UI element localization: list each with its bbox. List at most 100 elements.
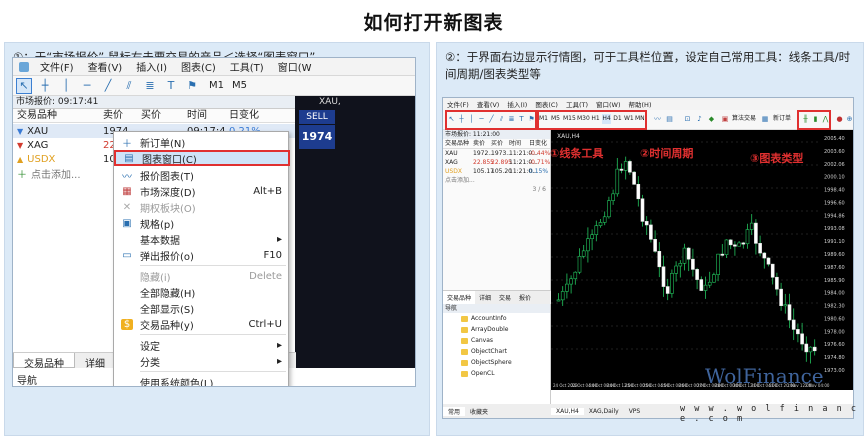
menu-item-system-colors[interactable]: 使用系统颜色(L) (114, 374, 290, 387)
price-tick-label: 1980.60 (824, 316, 845, 322)
tab-ticks[interactable]: 报价 (515, 291, 535, 304)
tree-item[interactable]: ArrayDouble (443, 324, 550, 335)
zoom-icon[interactable]: ⊕ (845, 114, 853, 124)
tree-item[interactable]: OpenCL (443, 368, 550, 379)
menu-view[interactable]: 查看(V) (81, 59, 130, 74)
sell-price[interactable]: 1974 (299, 125, 335, 149)
tab-common[interactable]: 常用 (443, 406, 466, 416)
col-change[interactable]: 日变化 (229, 109, 289, 122)
watermark-logo: WolFinance (705, 364, 824, 388)
shapes-icon[interactable]: ⚑ (184, 78, 200, 94)
lock-icon[interactable]: ⊡ (683, 114, 692, 124)
fibonacci-icon[interactable]: ≣ (142, 78, 158, 94)
menu-view[interactable]: 查看(V) (473, 99, 504, 109)
record-icon[interactable]: ● (835, 114, 844, 124)
menu-item-fundamentals[interactable]: 基本数据 ▸ (114, 231, 290, 247)
tree-item[interactable]: AccountInfo (443, 313, 550, 324)
menu-item-show-all[interactable]: 全部显示(S) (114, 300, 290, 316)
table-row[interactable]: XAG 22.855 22.895 11:21:0... -0.71% (443, 158, 550, 167)
algo-trading-button[interactable]: 算法交易 (730, 114, 758, 124)
menu-item-categories[interactable]: 分类 ▸ (114, 353, 290, 369)
tab-chart-xau[interactable]: XAU,H4 (551, 407, 584, 415)
tree-item-label: OpenCL (471, 370, 495, 377)
timeframe-m5[interactable]: M5 (228, 80, 251, 91)
text-icon[interactable]: T (163, 78, 179, 94)
tab-vps[interactable]: VPS (624, 408, 646, 415)
crosshair-icon[interactable]: ┼ (37, 78, 53, 94)
col-symbol[interactable]: 交易品种 (13, 109, 103, 122)
market-watch-tabs: 交易品种 详细 交易 报价 (443, 290, 551, 304)
price-tick-label: 1984.00 (824, 291, 845, 297)
col-time[interactable]: 时间 (509, 139, 529, 148)
tab-symbols[interactable]: 交易品种 (13, 353, 75, 370)
col-symbol[interactable]: 交易品种 (443, 139, 473, 148)
tab-symbols[interactable]: 交易品种 (443, 291, 476, 304)
menu-insert[interactable]: 插入(I) (129, 59, 174, 74)
menu-window[interactable]: 窗口(W (271, 59, 319, 74)
col-change[interactable]: 日变化 (529, 139, 549, 148)
algo-trading-icon[interactable]: ▣ (721, 114, 729, 124)
tree-item-label: AccountInfo (471, 315, 507, 322)
tab-details[interactable]: 详细 (75, 353, 115, 370)
menu-item-specification[interactable]: ▣ 规格(p) (114, 215, 290, 231)
indicator-icon[interactable]: 〰 (653, 114, 662, 124)
menu-bar: 文件(F) 查看(V) 插入(I) 图表(C) 工具(T) 窗口(W) 帮助(H… (443, 98, 853, 110)
menu-item-hide-all[interactable]: 全部隐藏(H) (114, 284, 290, 300)
row-symbol: XAG (445, 159, 458, 166)
menu-item-tick-chart[interactable]: 〰报价图表(T) (114, 167, 290, 183)
add-symbol-row[interactable]: 点击添加... (443, 176, 550, 185)
menu-tools[interactable]: 工具(T) (562, 99, 592, 109)
timeframe-m1[interactable]: M1 (205, 80, 228, 91)
candle-body (674, 265, 678, 274)
menu-tools[interactable]: 工具(T) (223, 59, 271, 74)
menu-item-hide[interactable]: 隐藏(i) Delete (114, 268, 290, 284)
menu-item-popup-prices[interactable]: ▭ 弹出报价(o) F10 (114, 247, 290, 263)
row-bid: 105.17 (473, 168, 494, 175)
menu-file[interactable]: 文件(F) (443, 99, 473, 109)
menu-item-symbols[interactable]: $ 交易品种(y) Ctrl+U (114, 316, 290, 332)
trendline-icon[interactable]: ╱ (100, 78, 116, 94)
menu-chart[interactable]: 图表(C) (531, 99, 562, 109)
menu-file[interactable]: 文件(F) (33, 59, 81, 74)
menu-item-label: 弹出报价(o) (140, 251, 194, 263)
sell-button[interactable]: SELL (299, 110, 335, 124)
tab-trading[interactable]: 交易 (495, 291, 515, 304)
tree-item[interactable]: Canvas (443, 335, 550, 346)
col-ask[interactable]: 买价 (491, 139, 509, 148)
cursor-icon[interactable]: ↖ (16, 77, 32, 94)
new-order-icon[interactable]: ▦ (761, 114, 769, 124)
tab-details[interactable]: 详细 (475, 291, 495, 304)
vertical-line-icon[interactable]: │ (58, 78, 74, 94)
app-icon (19, 61, 29, 72)
row-time: 11:21:0... (509, 150, 538, 157)
shield-icon[interactable]: ◆ (707, 114, 716, 124)
col-ask[interactable]: 买价 (141, 109, 187, 122)
menu-item-market-depth[interactable]: ▦ 市场深度(D) Alt+B (114, 183, 290, 199)
menu-item-settings[interactable]: 设定 ▸ (114, 337, 290, 353)
menu-item-new-order[interactable]: ＋ 新订单(N) (114, 134, 290, 150)
menu-insert[interactable]: 插入(I) (503, 99, 531, 109)
channel-icon[interactable]: ⫽ (121, 78, 137, 94)
tab-favorites[interactable]: 收藏夹 (465, 407, 493, 416)
menu-chart[interactable]: 图表(C) (174, 59, 223, 74)
menu-help[interactable]: 帮助(H) (625, 99, 656, 109)
col-bid[interactable]: 卖价 (103, 109, 141, 122)
table-row[interactable]: USDX 105.17 105.20 11:21:0... 0.15% (443, 167, 550, 176)
col-bid[interactable]: 卖价 (473, 139, 491, 148)
template-icon[interactable]: ▤ (665, 114, 674, 124)
tab-chart-xag[interactable]: XAG,Daily (584, 408, 624, 415)
bell-icon[interactable]: ♪ (695, 114, 704, 124)
tree-item[interactable]: ObjectChart (443, 346, 550, 357)
horizontal-line-icon[interactable]: ─ (79, 78, 95, 94)
menu-item-options-board[interactable]: ✕ 期权板块(O) (114, 199, 290, 215)
menu-window[interactable]: 窗口(W) (592, 99, 625, 109)
chart-area[interactable]: 2005.40 2003.60 2002.06 2000.10 1998.40 1996.… (551, 130, 853, 390)
menu-item-label: 报价图表(T) (140, 171, 194, 183)
col-time[interactable]: 时间 (187, 109, 229, 122)
tree-item[interactable]: ObjectSphere (443, 357, 550, 368)
table-row[interactable]: XAU 1972... 1973... 11:21:0... -0.44% (443, 149, 550, 158)
new-order-button[interactable]: 新订单 (770, 114, 794, 124)
candle-body (733, 244, 737, 247)
submenu-arrow-icon: ▸ (276, 339, 282, 351)
menu-item-chart-window[interactable]: ▤ 图表窗口(C) (114, 150, 290, 166)
